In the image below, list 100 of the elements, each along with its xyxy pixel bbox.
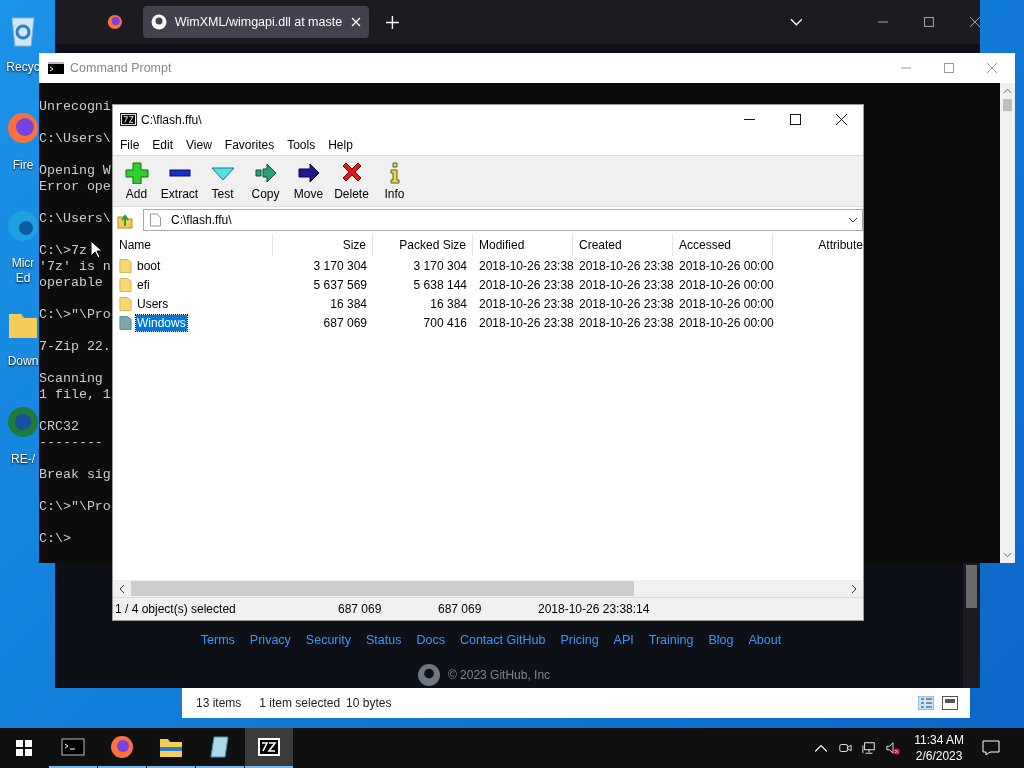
scroll-left-icon[interactable] (119, 583, 125, 594)
close-icon[interactable] (836, 114, 847, 125)
menu-item[interactable]: File (120, 137, 140, 152)
footer-link[interactable]: Security (305, 633, 351, 647)
toolbar-button[interactable]: Copy (244, 158, 287, 204)
menu-item[interactable]: Favorites (224, 137, 275, 152)
table-cell-text: 16 384 (429, 296, 468, 311)
toolbar-button[interactable]: Info (373, 158, 416, 204)
scroll-right-icon[interactable] (851, 583, 857, 594)
console-line: 7-Zip 22. (39, 339, 111, 355)
column-header[interactable]: Accessed (673, 234, 773, 256)
column-header[interactable]: Modified (473, 234, 573, 256)
scrollbar-thumb[interactable] (1003, 99, 1012, 111)
windows-logo-icon (16, 740, 32, 756)
status-text: 2018-10-26 23:38:14 (537, 602, 650, 616)
footer-link[interactable]: Terms (200, 633, 235, 647)
table-cell-text: 2018-10-26 00:00 (678, 258, 773, 273)
status-text: 1 / 4 object(s) selected (114, 602, 237, 616)
tab-list-icon[interactable] (789, 18, 803, 26)
footer-link[interactable]: Pricing (560, 633, 599, 647)
github-icon (150, 14, 167, 30)
column-header[interactable]: Attribute (773, 234, 863, 256)
toolbar-button[interactable]: Test (201, 158, 244, 204)
toolbar-button[interactable]: Extract (158, 158, 201, 204)
column-header[interactable]: Created (573, 234, 673, 256)
table-cell-text: 2018-10-26 23:38 (478, 258, 573, 273)
preview-view-icon[interactable] (942, 696, 958, 710)
clock[interactable]: 11:34 AM 2/6/2023 (914, 732, 964, 764)
close-tab-icon[interactable] (350, 17, 361, 27)
console-line: C:\>7z (39, 243, 87, 259)
footer-link[interactable]: Contact GitHub (459, 633, 546, 647)
console-line: C:\>"\Pro (39, 499, 111, 515)
maximize-icon[interactable] (790, 114, 801, 125)
window-title: Command Prompt (70, 61, 172, 75)
new-tab-icon[interactable] (385, 15, 399, 29)
desktop-icon-label: RE-/ (10, 452, 36, 467)
archive-app-icon (257, 735, 281, 759)
table-cell-text: 5 638 144 (412, 277, 468, 292)
footer-link[interactable]: Privacy (249, 633, 291, 647)
menu-item[interactable]: Edit (152, 137, 174, 152)
table-cell-text: 2018-10-26 23:38 (578, 296, 673, 311)
footer-link[interactable]: About (748, 633, 782, 647)
desktop-icon-label: Recyc (5, 60, 41, 75)
camera-icon[interactable] (838, 741, 853, 755)
notifications-icon[interactable] (982, 740, 1000, 756)
column-header[interactable]: Packed Size (373, 234, 473, 256)
footer-link[interactable]: Blog (708, 633, 734, 647)
menu-item[interactable]: View (186, 137, 212, 152)
scroll-down-icon[interactable] (1003, 552, 1012, 558)
plus-icon (124, 161, 149, 184)
app-icon[interactable] (5, 208, 41, 244)
table-cell-text: 2018-10-26 00:00 (678, 315, 773, 330)
scrollbar[interactable] (113, 580, 863, 597)
app-icon[interactable] (5, 404, 41, 440)
scrollbar-thumb[interactable] (131, 581, 634, 596)
volume-muted-icon[interactable] (886, 741, 901, 755)
file-name[interactable]: Windows (136, 314, 187, 331)
network-icon[interactable] (862, 741, 877, 755)
file-name[interactable]: Users (136, 295, 170, 312)
maximize-icon[interactable] (924, 17, 935, 27)
toolbar-button[interactable]: Move (287, 158, 330, 204)
window-title: C:\flash.ffu\ (141, 112, 202, 127)
table-cell-text: 2018-10-26 23:38 (578, 277, 673, 292)
address-field[interactable]: C:\flash.ffu\ (143, 209, 863, 231)
console-line: Error ope (39, 179, 111, 195)
toolbar-button[interactable]: Add (115, 158, 158, 204)
console-line: C:\Users\ (39, 131, 111, 147)
taskbar-app-button[interactable] (245, 728, 293, 768)
footer-link[interactable]: Docs (416, 633, 445, 647)
folder-icon (119, 295, 132, 312)
column-header[interactable]: Size (273, 234, 373, 256)
scrollbar[interactable] (1000, 83, 1015, 563)
scrollbar-thumb[interactable] (966, 565, 977, 608)
browser-tab[interactable]: WimXML/wimgapi.dll at maste (142, 6, 369, 38)
dropdown-icon[interactable] (848, 217, 858, 223)
console-line: Opening W (39, 163, 111, 179)
app-icon[interactable] (5, 110, 41, 146)
cursor-icon (90, 240, 102, 259)
notepad-icon (208, 735, 232, 759)
status-text: 687 069 (437, 602, 483, 616)
menu-item[interactable]: Tools (287, 137, 316, 152)
file-name[interactable]: boot (136, 257, 162, 274)
footer-link[interactable]: API (613, 633, 634, 647)
file-name[interactable]: efi (136, 276, 151, 293)
scroll-up-icon[interactable] (1003, 88, 1012, 94)
console-line: operable (39, 275, 103, 291)
firefox-icon[interactable] (106, 13, 124, 31)
toolbar-button[interactable]: Delete (330, 158, 373, 204)
terminal-icon (61, 735, 85, 759)
folder-icon (119, 276, 132, 293)
footer-link[interactable]: Status (366, 633, 402, 647)
column-header[interactable]: Name (113, 234, 273, 256)
menu-item[interactable]: Help (328, 137, 353, 152)
desktop-icon-label: Micr Ed (10, 256, 36, 286)
details-view-icon[interactable] (918, 696, 934, 710)
scrollbar[interactable] (963, 563, 980, 688)
table-cell-text: 2018-10-26 00:00 (678, 296, 773, 311)
footer-link[interactable]: Training (648, 633, 694, 647)
close-icon[interactable] (970, 17, 980, 27)
arrow-right-icon (296, 161, 321, 184)
